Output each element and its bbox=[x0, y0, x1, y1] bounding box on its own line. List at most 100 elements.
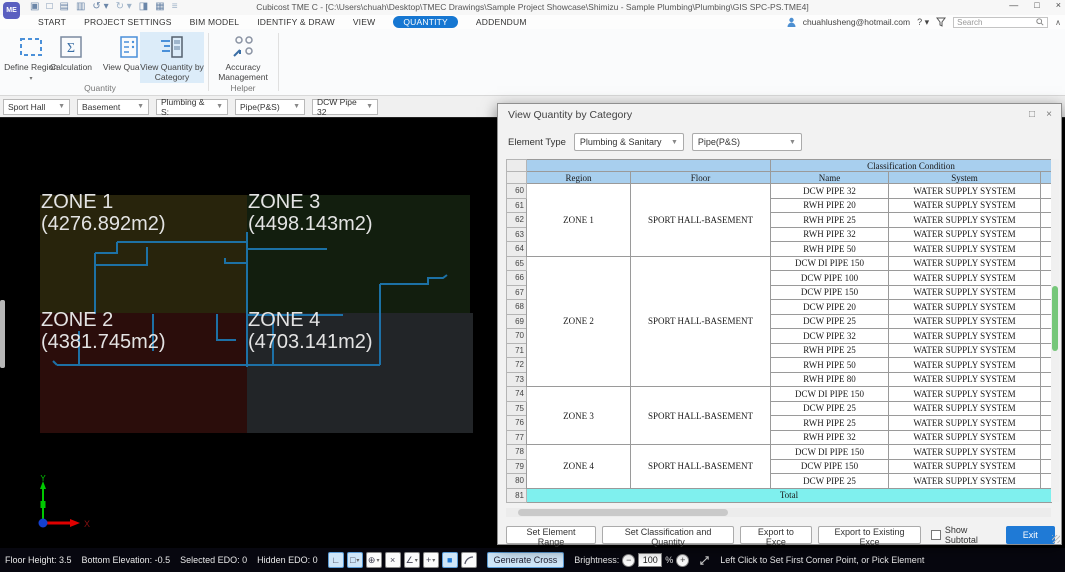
dialog-close-icon[interactable]: × bbox=[1046, 109, 1052, 120]
dialog-element-dropdown[interactable]: Pipe(P&S) ▼ bbox=[691, 133, 802, 151]
cell-name[interactable]: DCW PIPE 150 bbox=[770, 458, 889, 474]
cell-system[interactable]: WATER SUPPLY SYSTEM bbox=[888, 342, 1041, 358]
cell-system[interactable]: WATER SUPPLY SYSTEM bbox=[888, 328, 1041, 344]
scrollbar-thumb[interactable] bbox=[518, 509, 728, 516]
account-email[interactable]: chuahlusheng@hotmail.com bbox=[803, 17, 910, 27]
set-classification-and-quantity-button[interactable]: Set Classification and Quantity bbox=[601, 526, 735, 547]
column-header-name[interactable]: Name bbox=[770, 171, 889, 184]
cell-name[interactable]: RWH PIPE 25 bbox=[770, 415, 889, 431]
row-number[interactable]: 62 bbox=[506, 212, 527, 228]
row-number[interactable]: 80 bbox=[506, 473, 527, 489]
row-number[interactable]: 67 bbox=[506, 284, 527, 300]
cell-name[interactable]: DCW PIPE 100 bbox=[770, 270, 889, 286]
snap-settings-button[interactable]: ⊕ ▾ bbox=[365, 552, 382, 568]
side-scrollbar-stub[interactable] bbox=[0, 300, 5, 368]
cell-name[interactable]: RWH PIPE 25 bbox=[770, 342, 889, 358]
cell-system[interactable]: WATER SUPPLY SYSTEM bbox=[888, 415, 1041, 431]
cell-name[interactable]: DCW DI PIPE 150 bbox=[770, 386, 889, 402]
row-number[interactable]: 79 bbox=[506, 458, 527, 474]
cell-region[interactable]: ZONE 4 bbox=[526, 444, 631, 489]
table-horizontal-scrollbar[interactable] bbox=[506, 508, 1051, 517]
cell-name[interactable]: DCW PIPE 150 bbox=[770, 284, 889, 300]
cell-floor[interactable]: SPORT HALL-BASEMENT bbox=[630, 255, 771, 387]
cell-system[interactable]: WATER SUPPLY SYSTEM bbox=[888, 197, 1041, 213]
row-number[interactable]: 60 bbox=[506, 183, 527, 199]
tab-quantity[interactable]: QUANTITY bbox=[393, 16, 458, 28]
cell-system[interactable]: WATER SUPPLY SYSTEM bbox=[888, 371, 1041, 387]
calculation-button[interactable]: Σ Calculation bbox=[42, 32, 100, 73]
row-number[interactable]: 72 bbox=[506, 357, 527, 373]
column-header-floor[interactable]: Floor bbox=[630, 171, 771, 184]
row-number[interactable]: 76 bbox=[506, 415, 527, 431]
dialog-resize-grip[interactable] bbox=[1052, 535, 1060, 543]
row-number[interactable]: 63 bbox=[506, 226, 527, 242]
cell-system[interactable]: WATER SUPPLY SYSTEM bbox=[888, 386, 1041, 402]
export-to-excel-button[interactable]: Export to Exce bbox=[740, 526, 812, 547]
cell-name[interactable]: RWH PIPE 25 bbox=[770, 212, 889, 228]
tab-bim-model[interactable]: BIM MODEL bbox=[190, 17, 240, 27]
show-subtotal-checkbox[interactable] bbox=[931, 530, 941, 540]
dialog-title-bar[interactable]: View Quantity by Category □ × bbox=[498, 104, 1061, 126]
row-number[interactable]: 65 bbox=[506, 255, 527, 271]
cell-name[interactable]: RWH PIPE 32 bbox=[770, 226, 889, 242]
cell-system[interactable]: WATER SUPPLY SYSTEM bbox=[888, 284, 1041, 300]
cell-name[interactable]: DCW PIPE 20 bbox=[770, 299, 889, 315]
project-dropdown[interactable]: Sport Hall ▼ bbox=[3, 98, 70, 115]
row-number[interactable]: 71 bbox=[506, 342, 527, 358]
solid-display-button[interactable]: ■ bbox=[441, 552, 458, 568]
cell-name[interactable]: RWH PIPE 50 bbox=[770, 357, 889, 373]
dialog-maximize-icon[interactable]: □ bbox=[1029, 109, 1035, 120]
cell-system[interactable]: WATER SUPPLY SYSTEM bbox=[888, 458, 1041, 474]
row-number[interactable]: 81 bbox=[506, 487, 527, 503]
merged-header-classification-condition[interactable]: Classification Condition bbox=[769, 159, 1053, 172]
cell-system[interactable]: WATER SUPPLY SYSTEM bbox=[888, 473, 1041, 489]
tab-view[interactable]: VIEW bbox=[353, 17, 376, 27]
close-button[interactable]: × bbox=[1056, 0, 1061, 10]
cell-system[interactable]: WATER SUPPLY SYSTEM bbox=[888, 226, 1041, 242]
row-number[interactable]: 70 bbox=[506, 328, 527, 344]
cell-name[interactable]: RWH PIPE 50 bbox=[770, 241, 889, 257]
brightness-value[interactable]: 100 bbox=[638, 553, 663, 567]
minimize-button[interactable]: — bbox=[1009, 0, 1018, 10]
cell-system[interactable]: WATER SUPPLY SYSTEM bbox=[888, 183, 1041, 199]
column-header-region[interactable]: Region bbox=[526, 171, 631, 184]
column-header-system[interactable]: System bbox=[888, 171, 1041, 184]
cell-name[interactable]: DCW PIPE 25 bbox=[770, 400, 889, 416]
search-input[interactable]: Search bbox=[953, 16, 1049, 28]
export-to-existing-excel-button[interactable]: Export to Existing Exce bbox=[817, 526, 922, 547]
table-vertical-scrollbar[interactable] bbox=[1051, 159, 1059, 502]
ortho-mode-button[interactable]: ∟ bbox=[327, 552, 344, 568]
row-number[interactable]: 69 bbox=[506, 313, 527, 329]
collapse-ribbon-icon[interactable]: ∧ bbox=[1055, 18, 1061, 27]
cell-system[interactable]: WATER SUPPLY SYSTEM bbox=[888, 255, 1041, 271]
row-number[interactable]: 73 bbox=[506, 371, 527, 387]
cell-name[interactable]: DCW PIPE 32 bbox=[770, 183, 889, 199]
tab-addendum[interactable]: ADDENDUM bbox=[476, 17, 527, 27]
cell-floor[interactable]: SPORT HALL-BASEMENT bbox=[630, 386, 771, 445]
cell-region[interactable]: ZONE 3 bbox=[526, 386, 631, 445]
cell-floor[interactable]: SPORT HALL-BASEMENT bbox=[630, 183, 771, 257]
discipline-dropdown[interactable]: Plumbing & S: ▼ bbox=[156, 97, 228, 117]
cell-name[interactable]: DCW PIPE 25 bbox=[770, 473, 889, 489]
cell-system[interactable]: WATER SUPPLY SYSTEM bbox=[888, 357, 1041, 373]
cell-system[interactable]: WATER SUPPLY SYSTEM bbox=[888, 212, 1041, 228]
cell-name[interactable]: DCW PIPE 32 bbox=[770, 328, 889, 344]
element-type-dropdown[interactable]: Pipe(P&S) ▼ bbox=[235, 98, 305, 115]
view-quantity-by-category-button[interactable]: View Quantity by Category bbox=[140, 32, 204, 83]
help-menu[interactable]: ? ▾ bbox=[917, 17, 929, 28]
cell-system[interactable]: WATER SUPPLY SYSTEM bbox=[888, 241, 1041, 257]
cell-system[interactable]: WATER SUPPLY SYSTEM bbox=[888, 444, 1041, 460]
dialog-category-dropdown[interactable]: Plumbing & Sanitary ▼ bbox=[573, 133, 684, 151]
floor-dropdown[interactable]: Basement ▼ bbox=[77, 98, 149, 115]
row-number[interactable]: 61 bbox=[506, 197, 527, 213]
accuracy-management-button[interactable]: Accuracy Management bbox=[212, 32, 274, 83]
cell-system[interactable]: WATER SUPPLY SYSTEM bbox=[888, 270, 1041, 286]
cross-cursor-button[interactable]: × bbox=[384, 552, 401, 568]
point-tool-button[interactable]: + ▾ bbox=[422, 552, 439, 568]
angle-button[interactable]: ∠ ▾ bbox=[403, 552, 420, 568]
total-cell[interactable]: Total bbox=[525, 487, 1053, 503]
cell-floor[interactable]: SPORT HALL-BASEMENT bbox=[630, 444, 771, 489]
arc-tool-button[interactable] bbox=[460, 552, 477, 568]
brightness-increase-button[interactable]: + bbox=[676, 553, 690, 567]
cell-system[interactable]: WATER SUPPLY SYSTEM bbox=[888, 299, 1041, 315]
